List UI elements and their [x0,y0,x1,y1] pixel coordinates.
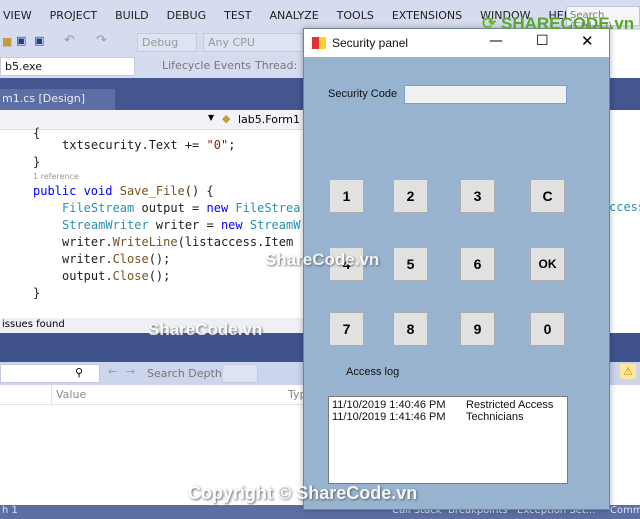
undo-icon[interactable]: ↶ [64,33,75,48]
warning-icon[interactable]: ⚠ [620,364,636,379]
watermark-mid: ShareCode.vn [265,250,380,269]
ok-button[interactable]: OK [530,247,565,281]
minimize-icon[interactable]: — [489,33,503,49]
locals-header: Value Typ [0,385,307,405]
menu-view[interactable]: VIEW [3,9,32,22]
platform-select[interactable]: Any CPU [203,33,303,52]
tab-form1-design[interactable]: m1.cs [Design] [0,89,115,110]
access-log-list[interactable]: 11/10/2019 1:40:46 PM Restricted Access 1… [328,396,568,484]
editor-right-edge: ccess [609,110,640,310]
key-6-button[interactable]: 6 [460,247,495,281]
search-depth-label: Search Depth: [147,367,226,380]
menu-debug[interactable]: DEBUG [167,9,207,22]
chevron-down-icon[interactable]: ▼ [208,113,214,122]
list-item[interactable]: 11/10/2019 1:41:46 PM Technicians [332,411,564,423]
bottom-tab[interactable]: h 1 [2,505,18,516]
search-icon: ⚲ [75,366,84,379]
debug-toolbar: b5.exe Lifecycle Events Thread: [0,55,303,78]
key-1-button[interactable]: 1 [329,179,364,213]
menu-extensions[interactable]: EXTENSIONS [392,9,462,22]
key-8-button[interactable]: 8 [393,312,428,346]
clear-button[interactable]: C [530,179,565,213]
toolbar: ■ ▣ ▣ ↶ ↷ Debug Any CPU [0,30,303,55]
menu-build[interactable]: BUILD [115,9,148,22]
window-title: Security panel [332,36,409,50]
key-0-button[interactable]: 0 [530,312,565,346]
lifecycle-events-button[interactable]: Lifecycle Events [162,59,251,72]
process-select[interactable]: b5.exe [0,57,135,76]
config-select[interactable]: Debug [137,33,197,52]
maximize-icon[interactable]: ☐ [536,33,549,49]
navigation-bar: ▼ ◆ lab5.Form1 [0,110,303,130]
code-editor[interactable]: { txtsecurity.Text += "0"; } 1 reference… [0,126,303,318]
save-all-icon[interactable]: ▣ [34,34,44,47]
menu-tools[interactable]: TOOLS [337,9,374,22]
code-lens[interactable]: 1 reference [33,172,79,181]
thread-label: Thread: [255,59,298,72]
save-icon[interactable]: ▣ [16,34,26,47]
issues-label: issues found [2,319,65,330]
member-select[interactable]: lab5.Form1 [238,113,300,126]
key-9-button[interactable]: 9 [460,312,495,346]
app-icon [312,37,326,49]
menu-test[interactable]: TEST [224,9,251,22]
key-7-button[interactable]: 7 [329,312,364,346]
locals-search-input[interactable]: ⚲ [0,364,100,383]
forward-icon[interactable]: → [126,365,135,378]
key-2-button[interactable]: 2 [393,179,428,213]
open-icon[interactable]: ■ [2,35,12,48]
security-code-input[interactable] [404,85,567,104]
key-3-button[interactable]: 3 [460,179,495,213]
sharecode-logo: ⟳ SHARECODE.vn [482,14,635,33]
back-icon[interactable]: ← [108,365,117,378]
class-icon: ◆ [222,112,231,125]
close-icon[interactable]: ✕ [581,32,594,50]
column-value[interactable]: Value [56,388,86,401]
key-5-button[interactable]: 5 [393,247,428,281]
tab-command[interactable]: Comm [610,505,640,516]
search-depth-select[interactable] [222,364,258,383]
list-item[interactable]: 11/10/2019 1:40:46 PM Restricted Access [332,399,564,411]
redo-icon[interactable]: ↷ [96,33,107,48]
access-log-label: Access log [346,366,400,378]
watermark-left: ShareCode.vn [148,320,263,339]
copyright-watermark: Copyright © ShareCode.vn [188,483,418,503]
menu-analyze[interactable]: ANALYZE [270,9,319,22]
security-code-label: Security Code [328,88,398,100]
menu-project[interactable]: PROJECT [50,9,98,22]
